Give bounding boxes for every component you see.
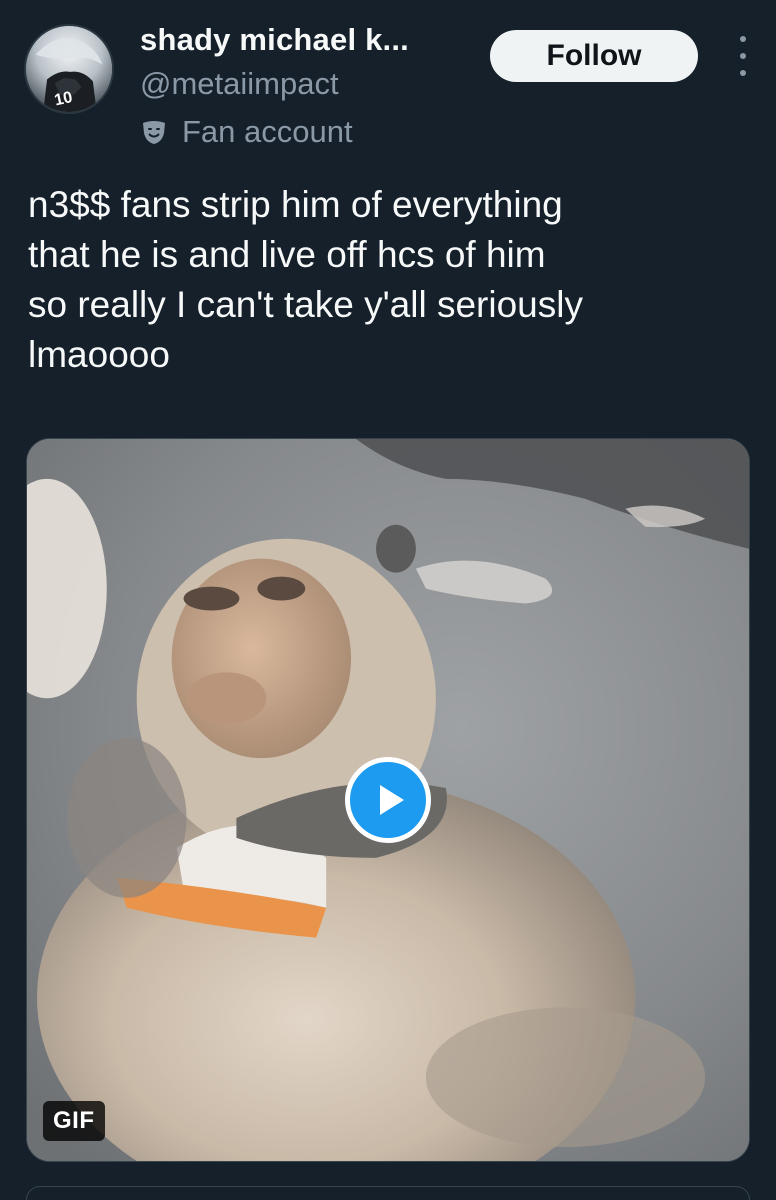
follow-button[interactable]: Follow [490,30,698,82]
avatar-image: 10 [26,26,112,112]
tweet-text: n3$$ fans strip him of everything that h… [28,184,583,375]
play-icon [379,785,404,815]
account-label: Fan account [140,114,353,150]
ellipsis-dot [740,70,746,76]
gif-badge: GIF [43,1101,105,1141]
tweet-media-gif[interactable]: GIF [26,438,750,1162]
tweet-header: 10 shady michael k... @metaiimpact Fan a… [24,22,752,162]
avatar-jersey-number: 10 [53,88,74,109]
tweet: 10 shady michael k... @metaiimpact Fan a… [0,0,776,1200]
ellipsis-dot [740,53,746,59]
avatar[interactable]: 10 [24,24,114,114]
play-button[interactable] [345,757,431,843]
theater-masks-icon [143,121,165,144]
ellipsis-dot [740,36,746,42]
account-label-text: Fan account [182,114,353,149]
author-handle[interactable]: @metaiimpact [140,66,339,102]
vertical-ellipsis-icon[interactable] [734,36,752,76]
author-display-name[interactable]: shady michael k... [140,22,409,58]
next-card-edge [26,1186,750,1200]
